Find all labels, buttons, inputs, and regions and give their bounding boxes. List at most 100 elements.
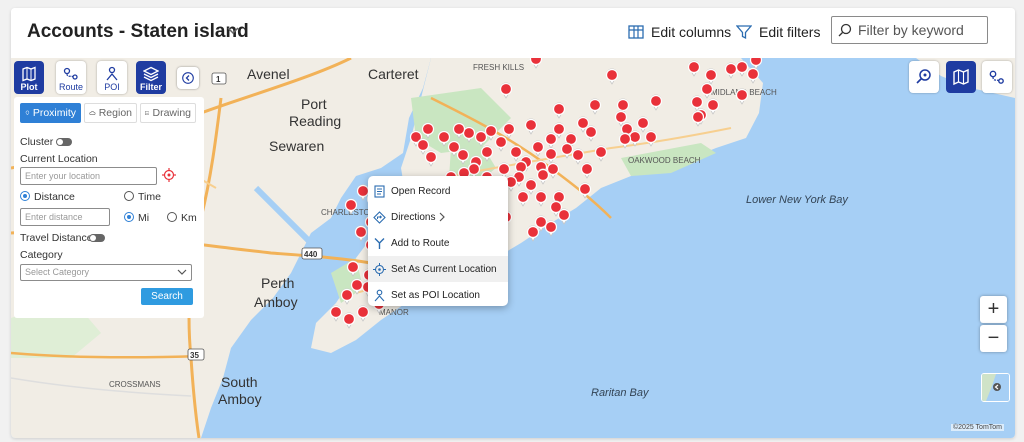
account-pin[interactable] — [636, 116, 650, 133]
keyword-search[interactable] — [831, 16, 988, 44]
find-location-button[interactable] — [909, 61, 939, 93]
category-placeholder: Select Category — [25, 267, 90, 277]
account-pin[interactable] — [644, 130, 658, 147]
account-pin[interactable] — [346, 260, 360, 277]
account-pin[interactable] — [536, 168, 550, 185]
account-pin[interactable] — [544, 220, 558, 237]
zoom-out-button[interactable]: − — [980, 325, 1007, 352]
account-pin[interactable] — [484, 124, 498, 141]
set-current-location-item[interactable]: Set As Current Location — [368, 256, 508, 282]
account-pin[interactable] — [494, 135, 508, 152]
directions-view-button[interactable] — [982, 61, 1012, 93]
account-pin[interactable] — [571, 148, 585, 165]
account-pin[interactable] — [544, 147, 558, 164]
account-pin[interactable] — [354, 225, 368, 242]
account-pin[interactable] — [529, 58, 543, 69]
account-pin[interactable] — [526, 225, 540, 242]
edit-columns-button[interactable]: Edit columns — [628, 24, 731, 40]
account-pin[interactable] — [749, 58, 763, 70]
distance-input[interactable] — [20, 208, 110, 226]
account-pin[interactable] — [724, 62, 738, 79]
cluster-toggle[interactable] — [56, 138, 72, 146]
account-pin[interactable] — [580, 162, 594, 179]
tab-region[interactable]: Region — [84, 103, 137, 123]
account-pin[interactable] — [735, 88, 749, 105]
account-pin[interactable] — [746, 67, 760, 84]
account-pin[interactable] — [437, 130, 451, 147]
travel-distance-toggle[interactable] — [89, 234, 105, 242]
tab-proximity[interactable]: Proximity — [20, 103, 81, 123]
account-pin[interactable] — [344, 198, 358, 215]
category-select[interactable]: Select Category — [20, 264, 192, 281]
time-radio[interactable] — [124, 191, 134, 201]
account-pin[interactable] — [706, 98, 720, 115]
account-pin[interactable] — [687, 60, 701, 77]
search-button[interactable]: Search — [141, 288, 193, 305]
account-pin[interactable] — [531, 140, 545, 157]
route-button[interactable]: Route — [56, 61, 86, 94]
account-pin[interactable] — [509, 145, 523, 162]
directions-item[interactable]: Directions — [368, 204, 508, 230]
open-record-item[interactable]: Open Record — [368, 178, 508, 204]
account-pin[interactable] — [502, 122, 516, 139]
crosshair-icon[interactable] — [162, 168, 176, 182]
filter-button[interactable]: Filter — [136, 61, 166, 94]
account-pin[interactable] — [584, 125, 598, 142]
account-pin[interactable] — [474, 130, 488, 147]
map-style-toggle[interactable] — [981, 373, 1010, 402]
account-pin[interactable] — [618, 132, 632, 149]
poi-button[interactable]: POI — [97, 61, 127, 94]
mi-radio[interactable] — [124, 212, 134, 222]
account-pin[interactable] — [452, 122, 466, 139]
account-pin[interactable] — [594, 145, 608, 162]
account-pin[interactable] — [628, 130, 642, 147]
collapse-panel-button[interactable] — [177, 67, 199, 89]
account-pin[interactable] — [649, 94, 663, 111]
chevron-down-icon[interactable] — [226, 26, 240, 36]
account-pin[interactable] — [356, 184, 370, 201]
account-pin[interactable] — [350, 278, 364, 295]
add-to-route-item[interactable]: Add to Route — [368, 230, 508, 256]
account-pin[interactable] — [416, 138, 430, 155]
account-pin[interactable] — [524, 178, 538, 195]
account-pin[interactable] — [578, 182, 592, 199]
account-pin[interactable] — [480, 145, 494, 162]
account-pin[interactable] — [588, 98, 602, 115]
account-pin[interactable] — [544, 132, 558, 149]
account-pin[interactable] — [691, 110, 705, 127]
zoom-in-button[interactable]: + — [980, 296, 1007, 323]
map-view[interactable]: 1 440 35 Avenel Carteret Port Reading Se… — [11, 58, 1015, 438]
columns-icon — [628, 25, 644, 39]
account-pin[interactable] — [560, 142, 574, 159]
account-pin[interactable] — [516, 190, 530, 207]
account-pin[interactable] — [546, 162, 560, 179]
account-pin[interactable] — [356, 305, 370, 322]
set-poi-location-item[interactable]: Set as POI Location — [368, 282, 508, 308]
account-pin[interactable] — [700, 82, 714, 99]
account-pin[interactable] — [329, 305, 343, 322]
keyword-input[interactable] — [856, 21, 985, 39]
account-pin[interactable] — [421, 122, 435, 139]
distance-radio[interactable] — [20, 191, 30, 201]
page-title[interactable]: Accounts - Staten island — [27, 21, 249, 43]
account-pin[interactable] — [462, 126, 476, 143]
account-pin[interactable] — [552, 102, 566, 119]
plot-button[interactable]: Plot — [14, 61, 44, 94]
account-pin[interactable] — [499, 82, 513, 99]
tab-drawing[interactable]: Drawing — [140, 103, 196, 123]
account-pin[interactable] — [424, 150, 438, 167]
accounts-map-card: Accounts - Staten island Edit columns Ed… — [11, 8, 1015, 438]
account-pin[interactable] — [557, 208, 571, 225]
edit-filters-button[interactable]: Edit filters — [736, 24, 820, 40]
account-pin[interactable] — [735, 60, 749, 77]
km-radio[interactable] — [167, 212, 177, 222]
account-pin[interactable] — [456, 148, 470, 165]
account-pin[interactable] — [534, 190, 548, 207]
map-view-button[interactable] — [946, 61, 976, 93]
account-pin[interactable] — [340, 288, 354, 305]
account-pin[interactable] — [342, 312, 356, 329]
account-pin[interactable] — [524, 118, 538, 135]
account-pin[interactable] — [704, 68, 718, 85]
account-pin[interactable] — [605, 68, 619, 85]
location-input[interactable] — [20, 167, 157, 185]
